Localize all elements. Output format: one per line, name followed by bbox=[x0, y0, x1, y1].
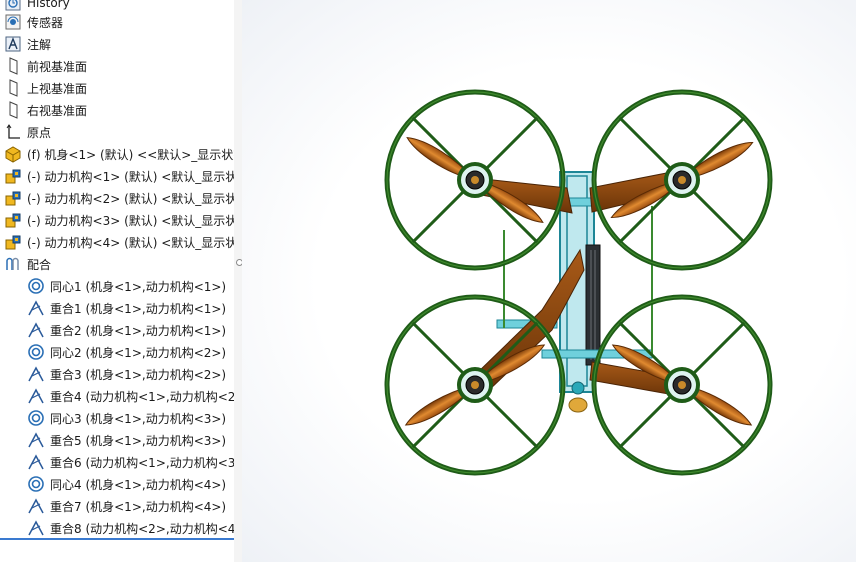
coincident-icon bbox=[27, 299, 45, 317]
mate-label: 重合1 (机身<1>,动力机构<1>) bbox=[50, 301, 227, 316]
mate-item[interactable]: 重合5 (机身<1>,动力机构<3>) bbox=[0, 429, 234, 451]
concentric-icon bbox=[27, 475, 45, 493]
mate-label: 重合5 (机身<1>,动力机构<3>) bbox=[50, 433, 227, 448]
sensor-icon bbox=[4, 13, 22, 31]
mate-label: 重合2 (机身<1>,动力机构<1>) bbox=[50, 323, 227, 338]
graphics-area[interactable] bbox=[242, 0, 856, 562]
plane-icon bbox=[4, 57, 22, 75]
subassembly-icon bbox=[4, 211, 22, 229]
mate-item[interactable]: 重合6 (动力机构<1>,动力机构<3> bbox=[0, 451, 235, 473]
tree-item-label: (-) 动力机构<2> (默认) <默认_显示状 bbox=[27, 191, 235, 206]
panel-splitter[interactable] bbox=[234, 0, 242, 562]
guard-spoke bbox=[411, 321, 467, 377]
plane-icon bbox=[4, 79, 22, 97]
mate-label: 同心1 (机身<1>,动力机构<1>) bbox=[50, 279, 227, 294]
coincident-icon bbox=[27, 321, 45, 339]
mate-item[interactable]: 重合1 (机身<1>,动力机构<1>) bbox=[0, 297, 234, 319]
rotor-1 bbox=[384, 89, 566, 271]
coincident-icon bbox=[27, 387, 45, 405]
subassembly-icon bbox=[4, 167, 22, 185]
tree-item-power-unit-1[interactable]: (-) 动力机构<1> (默认) <默认_显示状 bbox=[0, 165, 235, 187]
tree-item-top-plane[interactable]: 上视基准面 bbox=[0, 77, 234, 99]
tree-item-label: 右视基准面 bbox=[27, 103, 88, 118]
mate-item[interactable]: 重合3 (机身<1>,动力机构<2>) bbox=[0, 363, 234, 385]
rotor-3 bbox=[384, 294, 566, 476]
guard-spoke bbox=[618, 393, 674, 449]
tree-item-label: 上视基准面 bbox=[27, 81, 88, 96]
mate-item[interactable]: 同心1 (机身<1>,动力机构<1>) bbox=[0, 275, 234, 297]
concentric-icon bbox=[27, 409, 45, 427]
concentric-icon bbox=[27, 277, 45, 295]
guard-spoke bbox=[483, 116, 539, 172]
mate-label: 同心2 (机身<1>,动力机构<2>) bbox=[50, 345, 227, 360]
guard-spoke bbox=[411, 188, 467, 244]
tree-item-label: History bbox=[27, 0, 70, 10]
mate-label: 重合3 (机身<1>,动力机构<2>) bbox=[50, 367, 227, 382]
origin-icon bbox=[4, 123, 22, 141]
guard-spoke bbox=[690, 188, 746, 244]
mate-item[interactable]: 重合4 (动力机构<1>,动力机构<2> bbox=[0, 385, 235, 407]
tree-item-power-unit-2[interactable]: (-) 动力机构<2> (默认) <默认_显示状 bbox=[0, 187, 235, 209]
feature-manager-tree: History 传感器 注解 前视基准面 上视基准面 右视基准面 原点 (f) … bbox=[0, 0, 235, 562]
tree-item-label: (-) 动力机构<3> (默认) <默认_显示状 bbox=[27, 213, 235, 228]
tree-item-label: 配合 bbox=[27, 257, 52, 272]
annotation-icon bbox=[4, 35, 22, 53]
rotor-2 bbox=[591, 89, 773, 271]
concentric-icon bbox=[27, 343, 45, 361]
tree-item-label: (f) 机身<1> (默认) <<默认>_显示状态 bbox=[27, 147, 235, 162]
tree-item-label: 传感器 bbox=[27, 15, 64, 30]
coincident-icon bbox=[27, 519, 45, 537]
part-icon bbox=[4, 145, 22, 163]
mate-label: 同心4 (机身<1>,动力机构<4>) bbox=[50, 477, 227, 492]
tree-item-annotations[interactable]: 注解 bbox=[0, 33, 234, 55]
mate-label: 同心3 (机身<1>,动力机构<3>) bbox=[50, 411, 227, 426]
coincident-icon bbox=[27, 431, 45, 449]
coincident-icon bbox=[27, 497, 45, 515]
coincident-icon bbox=[27, 365, 45, 383]
tree-item-sensors[interactable]: 传感器 bbox=[0, 11, 234, 33]
mate-item[interactable]: 重合8 (动力机构<2>,动力机构<4> bbox=[0, 517, 235, 539]
tree-item-label: 前视基准面 bbox=[27, 59, 88, 74]
subassembly-icon bbox=[4, 233, 22, 251]
mate-label: 重合8 (动力机构<2>,动力机构<4> bbox=[50, 521, 235, 536]
mates-folder-icon bbox=[4, 255, 22, 273]
mate-item[interactable]: 同心3 (机身<1>,动力机构<3>) bbox=[0, 407, 234, 429]
guard-spoke bbox=[483, 393, 539, 449]
tree-bottom-divider bbox=[0, 538, 234, 540]
tree-item-label: 原点 bbox=[27, 125, 52, 140]
coincident-icon bbox=[27, 453, 45, 471]
mate-label: 重合4 (动力机构<1>,动力机构<2> bbox=[50, 389, 235, 404]
plane-icon bbox=[4, 101, 22, 119]
mate-item[interactable]: 同心2 (机身<1>,动力机构<2>) bbox=[0, 341, 234, 363]
tree-item-front-plane[interactable]: 前视基准面 bbox=[0, 55, 234, 77]
tree-item-label: (-) 动力机构<4> (默认) <默认_显示状 bbox=[27, 235, 235, 250]
subassembly-icon bbox=[4, 189, 22, 207]
tree-item-body[interactable]: (f) 机身<1> (默认) <<默认>_显示状态 bbox=[0, 143, 235, 165]
tree-item-right-plane[interactable]: 右视基准面 bbox=[0, 99, 234, 121]
tree-item-label: (-) 动力机构<1> (默认) <默认_显示状 bbox=[27, 169, 235, 184]
mate-label: 重合7 (机身<1>,动力机构<4>) bbox=[50, 499, 227, 514]
tree-item-mates[interactable]: 配合 bbox=[0, 253, 234, 275]
guard-spoke bbox=[618, 116, 674, 172]
mate-item[interactable]: 同心4 (机身<1>,动力机构<4>) bbox=[0, 473, 234, 495]
mate-item[interactable]: 重合2 (机身<1>,动力机构<1>) bbox=[0, 319, 234, 341]
tree-item-power-unit-3[interactable]: (-) 动力机构<3> (默认) <默认_显示状 bbox=[0, 209, 235, 231]
mate-item[interactable]: 重合7 (机身<1>,动力机构<4>) bbox=[0, 495, 234, 517]
tree-item-power-unit-4[interactable]: (-) 动力机构<4> (默认) <默认_显示状 bbox=[0, 231, 235, 253]
mate-label: 重合6 (动力机构<1>,动力机构<3> bbox=[50, 455, 235, 470]
drone-assembly-model[interactable] bbox=[242, 0, 856, 562]
guard-spoke bbox=[690, 321, 746, 377]
tree-item-origin[interactable]: 原点 bbox=[0, 121, 234, 143]
tree-item-label: 注解 bbox=[27, 37, 52, 52]
